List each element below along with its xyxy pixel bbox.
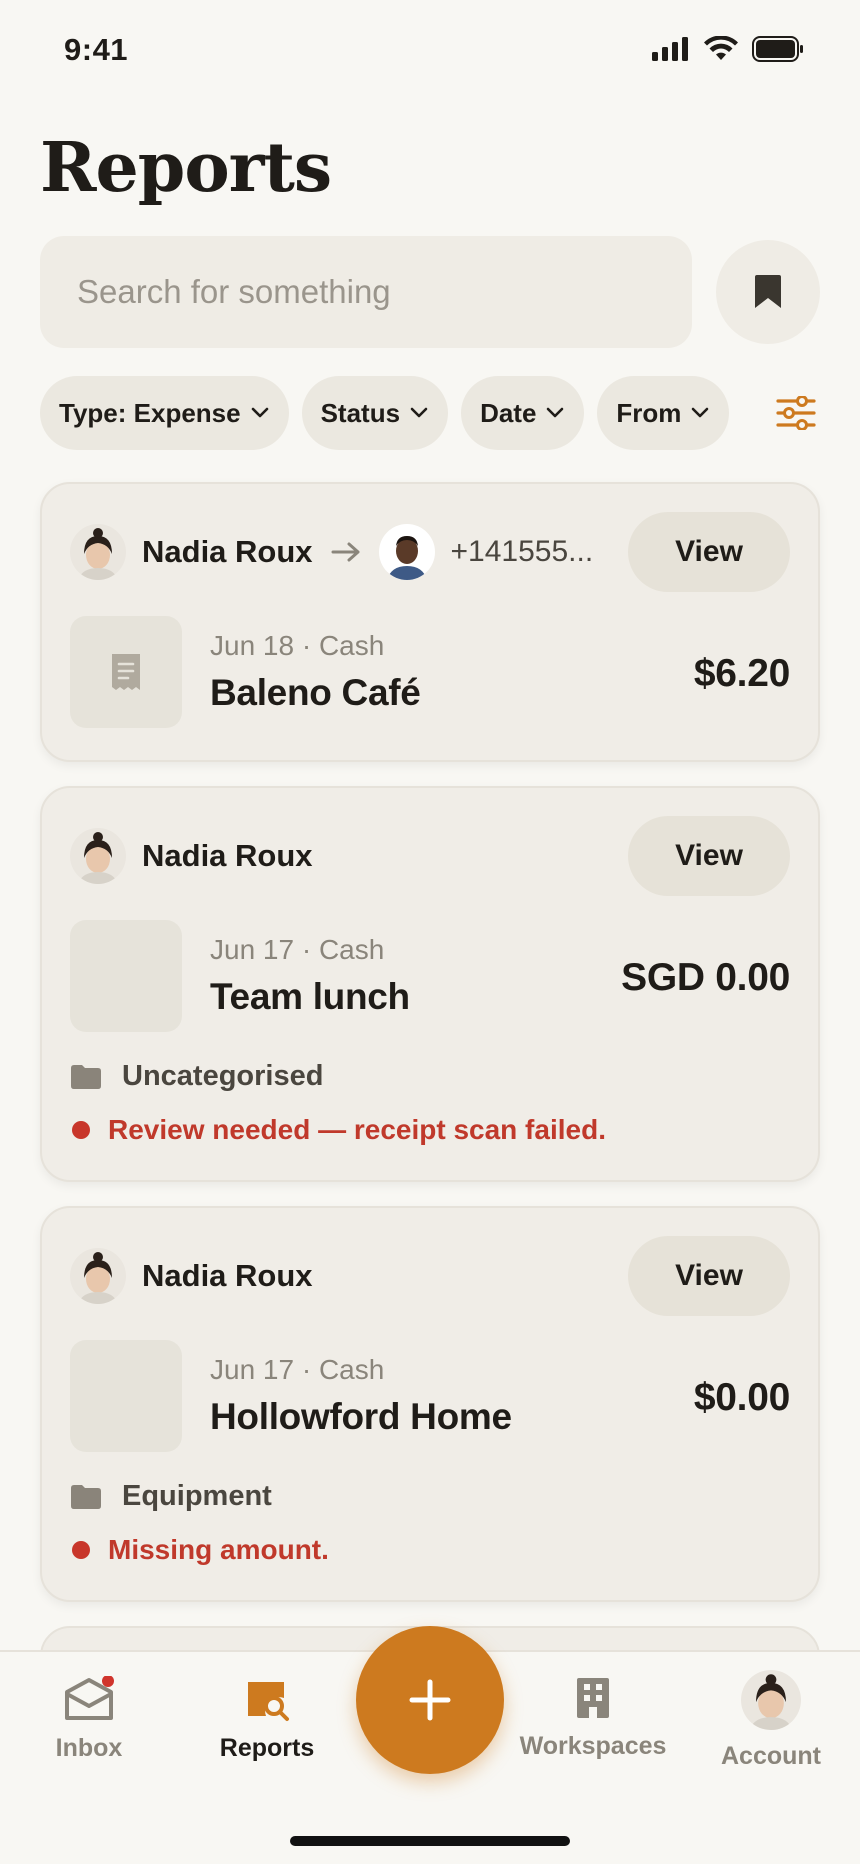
tab-inbox[interactable]: Inbox	[4, 1676, 174, 1763]
sender-avatar	[70, 524, 126, 580]
expense-category: Equipment	[70, 1480, 272, 1513]
report-card-header: Nadia Roux +141555... View	[70, 512, 790, 592]
merchant-name: Baleno Café	[210, 672, 421, 713]
recipient-avatar	[378, 524, 435, 580]
tab-account-label: Account	[721, 1742, 821, 1770]
alert-text: Missing amount.	[108, 1534, 329, 1565]
expense-amount: SGD 0.00	[621, 956, 790, 999]
page-title: Reports	[40, 128, 332, 208]
merchant-name: Hollowford Home	[210, 1396, 512, 1437]
chevron-down-icon	[692, 407, 709, 418]
sender-name: Nadia Roux	[142, 838, 313, 873]
report-card[interactable]: Nadia Roux View Jun 17 · Cash Hollowford…	[40, 1206, 820, 1602]
report-card[interactable]: Nadia Roux +141555... View Jun 18 · Cash…	[40, 482, 820, 762]
filter-status[interactable]: Status	[301, 376, 449, 450]
report-card-header: Nadia Roux View	[70, 1236, 790, 1316]
avatar	[741, 1670, 801, 1730]
expense-meta: Jun 17 · Cash	[210, 934, 385, 965]
alert-dot-icon	[72, 1121, 90, 1139]
report-card[interactable]: Nadia Roux View Jun 17 · Cash Team lunch…	[40, 786, 820, 1182]
wifi-icon	[704, 36, 738, 60]
tab-workspaces[interactable]: Workspaces	[508, 1676, 678, 1761]
receipt-thumbnail[interactable]	[70, 920, 182, 1032]
status-time: 9:41	[64, 32, 129, 67]
review-alert: Review needed — receipt scan failed.	[70, 1114, 606, 1146]
view-button[interactable]: View	[628, 816, 790, 896]
folder-icon	[70, 1484, 102, 1510]
reports-icon	[248, 1682, 289, 1721]
tab-inbox-label: Inbox	[55, 1734, 123, 1762]
search-input[interactable]	[40, 236, 692, 348]
filter-type[interactable]: Type: Expense	[40, 376, 289, 450]
category-label: Uncategorised	[122, 1060, 324, 1092]
tab-reports-label: Reports	[219, 1734, 315, 1762]
folder-icon	[70, 1064, 102, 1090]
view-button[interactable]: View	[628, 1236, 790, 1316]
filter-date[interactable]: Date	[461, 376, 585, 450]
report-card-header: Nadia Roux View	[70, 816, 790, 896]
sender-name: Nadia Roux	[142, 1258, 313, 1293]
chevron-down-icon	[251, 407, 268, 418]
review-alert: Missing amount.	[70, 1534, 329, 1566]
building-icon	[577, 1678, 609, 1718]
expense-amount: $0.00	[693, 1376, 790, 1419]
tab-account[interactable]: Account	[686, 1670, 856, 1771]
filter-type-label: Type: Expense	[59, 397, 241, 428]
tab-reports[interactable]: Reports	[182, 1676, 352, 1763]
receipt-thumbnail[interactable]	[70, 616, 182, 728]
recipient-name: +141555...	[450, 535, 594, 568]
expense-meta: Jun 18 · Cash	[210, 630, 385, 661]
chevron-down-icon	[410, 407, 428, 418]
battery-icon	[752, 36, 803, 62]
inbox-icon	[65, 1676, 114, 1720]
filter-from[interactable]: From	[597, 376, 730, 450]
expense-amount: $6.20	[693, 652, 790, 695]
filter-from-label: From	[616, 397, 682, 428]
status-bar: 9:41	[0, 0, 860, 100]
alert-dot-icon	[72, 1541, 90, 1559]
tab-workspaces-label: Workspaces	[519, 1732, 667, 1760]
chevron-down-icon	[547, 407, 564, 418]
sender-avatar	[70, 1248, 126, 1304]
arrow-right-icon	[331, 541, 361, 563]
alert-text: Review needed — receipt scan failed.	[108, 1114, 606, 1145]
bookmark-button[interactable]	[716, 240, 820, 344]
merchant-name: Team lunch	[210, 976, 410, 1017]
create-button[interactable]	[356, 1626, 504, 1774]
signal-icon	[652, 37, 688, 61]
filter-bar: Type: Expense Status Date From	[40, 376, 730, 450]
filter-date-label: Date	[480, 397, 537, 428]
expense-meta: Jun 17 · Cash	[210, 1354, 385, 1385]
sender-name: Nadia Roux	[142, 534, 313, 569]
home-indicator	[290, 1836, 570, 1846]
filter-settings-button[interactable]	[776, 395, 816, 435]
receipt-thumbnail[interactable]	[70, 1340, 182, 1452]
view-button[interactable]: View	[628, 512, 790, 592]
category-label: Equipment	[122, 1480, 272, 1512]
filter-status-label: Status	[320, 397, 401, 428]
status-icons	[652, 36, 804, 62]
sender-avatar	[70, 828, 126, 884]
bookmark-icon	[755, 275, 781, 308]
expense-category: Uncategorised	[70, 1060, 323, 1093]
sliders-icon	[776, 395, 816, 431]
plus-icon	[409, 1679, 451, 1721]
receipt-icon	[112, 654, 140, 690]
